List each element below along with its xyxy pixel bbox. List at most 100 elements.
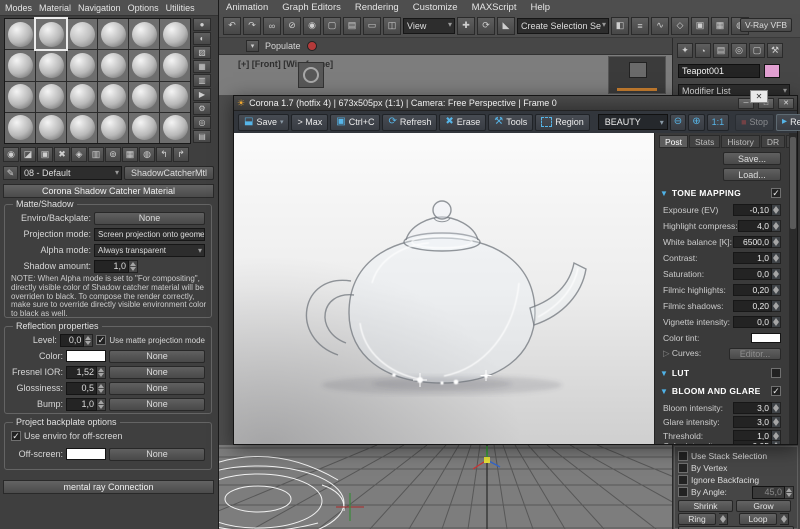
menu-modes[interactable]: Modes [5, 3, 32, 13]
by-angle-checkbox[interactable] [678, 487, 688, 497]
create-tab-icon[interactable]: ✦ [677, 43, 693, 58]
populate-tab[interactable]: Populate [265, 41, 301, 51]
menu-customize[interactable]: Customize [413, 2, 458, 13]
saturation-spinner[interactable]: 0,0 [733, 268, 781, 280]
selection-set-dropdown[interactable]: Create Selection Se▾ [517, 18, 609, 34]
region-button[interactable]: Region [535, 114, 590, 131]
erase-button[interactable]: ✖Erase [439, 114, 486, 131]
hierarchy-tab-icon[interactable]: ▤ [713, 43, 729, 58]
pick-material-icon[interactable]: ✎ [3, 166, 18, 180]
material-slot[interactable] [160, 50, 190, 80]
glossiness-map-button[interactable]: None [109, 382, 205, 395]
material-slot[interactable] [67, 113, 97, 143]
tab-dr[interactable]: DR [761, 135, 785, 148]
view-dropdown[interactable]: View▾ [403, 18, 455, 34]
loop-button[interactable]: Loop [739, 513, 777, 525]
populate-flyout-icon[interactable]: ▾ [246, 40, 259, 52]
curves-editor-button[interactable]: Editor... [729, 348, 781, 360]
vray-vfb-button[interactable]: V-Ray VFB [740, 18, 792, 32]
stop-button[interactable]: ■Stop [735, 114, 774, 131]
material-slot[interactable] [67, 19, 97, 49]
fresnel-map-button[interactable]: None [109, 366, 205, 379]
crossing-selection-icon[interactable]: ◫ [383, 17, 401, 35]
select-by-name-icon[interactable]: ▤ [343, 17, 361, 35]
material-slot[interactable] [129, 82, 159, 112]
material-slot[interactable] [98, 82, 128, 112]
unlink-icon[interactable]: ⊘ [283, 17, 301, 35]
offscreen-map-button[interactable]: None [109, 448, 205, 461]
use-stack-selection-checkbox[interactable] [678, 451, 688, 461]
make-unique-icon[interactable]: ◈ [71, 147, 87, 162]
put-material-icon[interactable]: ◪ [20, 147, 36, 162]
make-preview-icon[interactable]: ▶ [193, 88, 211, 101]
show-map-in-viewport-icon[interactable]: ▦ [122, 147, 138, 162]
color-tint-swatch[interactable] [751, 333, 781, 343]
material-slot[interactable] [98, 19, 128, 49]
rendered-frame-icon[interactable]: ▦ [711, 17, 729, 35]
link-icon[interactable]: ∞ [263, 17, 281, 35]
projection-mode-dropdown[interactable]: Screen projection onto geometry▾ [94, 228, 205, 241]
mirror-icon[interactable]: ◧ [611, 17, 629, 35]
menu-help[interactable]: Help [530, 2, 550, 13]
menu-utilities[interactable]: Utilities [166, 3, 195, 13]
shadow-amount-spinner[interactable]: 1,0 [94, 260, 138, 273]
reflection-color-map-button[interactable]: None [109, 350, 205, 363]
curve-editor-icon[interactable]: ∿ [651, 17, 669, 35]
refresh-button[interactable]: ⟳Refresh [382, 114, 437, 131]
tab-stats[interactable]: Stats [689, 135, 720, 148]
material-slot[interactable] [67, 50, 97, 80]
material-slot[interactable] [5, 82, 35, 112]
tools-button[interactable]: ⚒Tools [488, 114, 533, 131]
material-slot[interactable] [129, 113, 159, 143]
use-enviro-offscreen-checkbox[interactable] [11, 431, 21, 441]
vignette-intensity-spinner[interactable]: 0,0 [733, 316, 781, 328]
move-icon[interactable]: ✚ [457, 17, 475, 35]
modify-tab-icon[interactable]: ◔ [695, 43, 711, 58]
bloom-glare-header[interactable]: ▼ BLOOM AND GLARE [660, 385, 781, 397]
material-slot[interactable] [129, 50, 159, 80]
motion-tab-icon[interactable]: ◎ [731, 43, 747, 58]
material-map-navigator-icon[interactable]: ▤ [193, 130, 211, 143]
bump-map-button[interactable]: None [109, 398, 205, 411]
filmic-shadows-spinner[interactable]: 0,20 [733, 300, 781, 312]
close-icon[interactable]: ✕ [778, 98, 794, 109]
material-slot-dropdown[interactable]: 08 - Default▾ [20, 166, 122, 180]
schematic-view-icon[interactable]: ◇ [671, 17, 689, 35]
show-end-result-icon[interactable]: ◍ [139, 147, 155, 162]
selection-region-icon[interactable]: ▭ [363, 17, 381, 35]
viewport-perspective[interactable] [218, 445, 672, 529]
ring-button[interactable]: Ring [678, 513, 716, 525]
ignore-backfacing-checkbox[interactable] [678, 475, 688, 485]
tone-mapping-header[interactable]: ▼ TONE MAPPING [660, 187, 781, 199]
bloom-intensity-spinner[interactable]: 3,0 [733, 402, 781, 414]
menu-rendering[interactable]: Rendering [355, 2, 399, 13]
get-material-icon[interactable]: ◉ [3, 147, 19, 162]
assign-material-icon[interactable]: ▣ [37, 147, 53, 162]
tab-post[interactable]: Post [659, 135, 688, 148]
mental-ray-rollout[interactable]: mental ray Connection [3, 480, 214, 494]
video-color-check-icon[interactable]: ▥ [193, 74, 211, 87]
close-icon-button[interactable]: ✕ [750, 90, 768, 103]
glossiness-spinner[interactable]: 0,5 [66, 382, 106, 395]
lut-header[interactable]: ▼ LUT [660, 367, 781, 379]
copy-button[interactable]: ▣Ctrl+C [330, 114, 380, 131]
undo-icon[interactable]: ↶ [223, 17, 241, 35]
tone-mapping-checkbox[interactable] [771, 188, 781, 198]
scrollbar-thumb[interactable] [790, 137, 796, 229]
redo-icon[interactable]: ↷ [243, 17, 261, 35]
render-canvas[interactable] [234, 133, 654, 444]
display-tab-icon[interactable]: ▢ [749, 43, 765, 58]
material-slot[interactable] [67, 82, 97, 112]
align-icon[interactable]: ≡ [631, 17, 649, 35]
material-slot[interactable] [36, 113, 66, 143]
zoom-in-button[interactable]: ⊕ [688, 114, 704, 131]
material-slot[interactable] [160, 113, 190, 143]
corona-title-bar[interactable]: ☀ Corona 1.7 (hotfix 4) | 673x505px (1:1… [234, 96, 797, 111]
scale-icon[interactable]: ◣ [497, 17, 515, 35]
material-slot[interactable] [98, 113, 128, 143]
reflection-color-swatch[interactable] [66, 350, 106, 362]
offscreen-color-swatch[interactable] [66, 448, 106, 460]
menu-navigation[interactable]: Navigation [78, 3, 121, 13]
reset-map-icon[interactable]: ✖ [54, 147, 70, 162]
shrink-button[interactable]: Shrink [678, 500, 733, 512]
